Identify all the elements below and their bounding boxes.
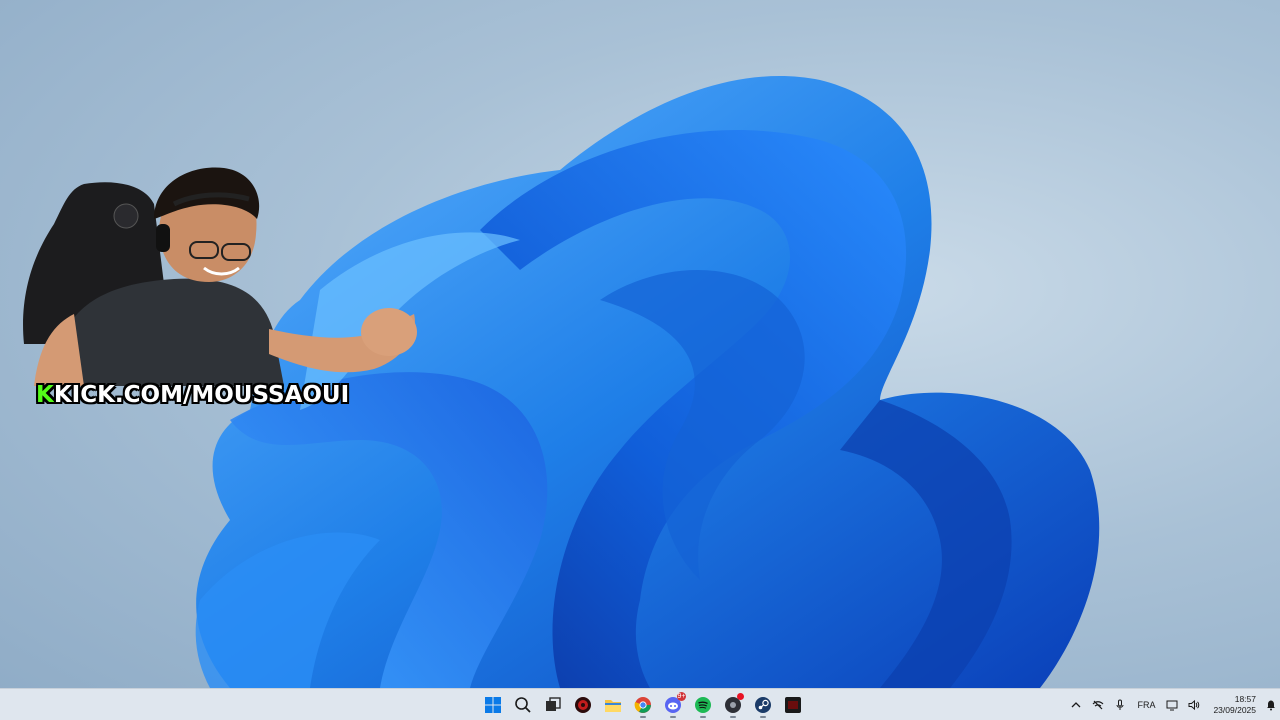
- task-view-button[interactable]: [540, 691, 566, 719]
- notification-dot: [737, 693, 744, 700]
- webcam-overlay: [23, 167, 417, 386]
- clock-date: 23/09/2025: [1213, 705, 1256, 715]
- taskbar-app-red[interactable]: [570, 691, 596, 719]
- volume-button[interactable]: [1183, 691, 1205, 719]
- kick-logo: K: [36, 382, 54, 408]
- running-indicator: [760, 716, 766, 718]
- display-button[interactable]: [1161, 691, 1183, 719]
- no-internet-icon: [1093, 700, 1104, 710]
- chrome-icon: [634, 697, 651, 713]
- microphone-icon: [1116, 699, 1124, 710]
- streamer-link-overlay: KKICK.COM/MOUSSAOUI: [36, 380, 349, 410]
- system-tray: FRA 18:57 23/09/2025: [1065, 689, 1280, 720]
- running-indicator: [700, 716, 706, 718]
- folder-icon: [605, 700, 621, 712]
- taskbar-chrome[interactable]: [630, 691, 656, 719]
- microphone-button[interactable]: [1109, 691, 1131, 719]
- desktop[interactable]: KKICK.COM/MOUSSAOUI: [0, 0, 1280, 688]
- taskbar-steam[interactable]: [750, 691, 776, 719]
- monitor-icon: [1166, 700, 1178, 711]
- windows-logo-icon: [485, 697, 501, 713]
- bell-icon: [1267, 700, 1275, 711]
- search-icon: [515, 697, 531, 713]
- task-view-icon: [546, 697, 561, 711]
- steam-icon: [755, 697, 771, 713]
- network-button[interactable]: [1087, 691, 1109, 719]
- streamer-link-text: KKICK.COM/MOUSSAOUI: [36, 382, 350, 408]
- red-circle-app-icon: [575, 697, 591, 713]
- dark-square-app-icon: [785, 697, 801, 713]
- running-indicator: [640, 716, 646, 718]
- taskbar-spotify[interactable]: [690, 691, 716, 719]
- taskbar-dark-app[interactable]: [720, 691, 746, 719]
- taskbar: 9+ FRA 18:57 23/09/2025: [0, 688, 1280, 720]
- clock-button[interactable]: 18:57 23/09/2025: [1213, 694, 1256, 716]
- speaker-icon: [1188, 699, 1200, 711]
- notifications-button[interactable]: [1262, 691, 1280, 719]
- taskbar-terminal-app[interactable]: [780, 691, 806, 719]
- chevron-up-icon: [1071, 702, 1081, 708]
- taskbar-apps: 9+: [480, 689, 806, 720]
- input-language[interactable]: FRA: [1131, 700, 1161, 710]
- spotify-icon: [695, 697, 711, 713]
- discord-badge: 9+: [677, 692, 686, 701]
- taskbar-discord[interactable]: 9+: [660, 691, 686, 719]
- start-button[interactable]: [480, 691, 506, 719]
- running-indicator: [670, 716, 676, 718]
- clock-time: 18:57: [1234, 694, 1256, 704]
- show-hidden-icons-button[interactable]: [1065, 691, 1087, 719]
- taskbar-file-explorer[interactable]: [600, 691, 626, 719]
- search-button[interactable]: [510, 691, 536, 719]
- running-indicator: [730, 716, 736, 718]
